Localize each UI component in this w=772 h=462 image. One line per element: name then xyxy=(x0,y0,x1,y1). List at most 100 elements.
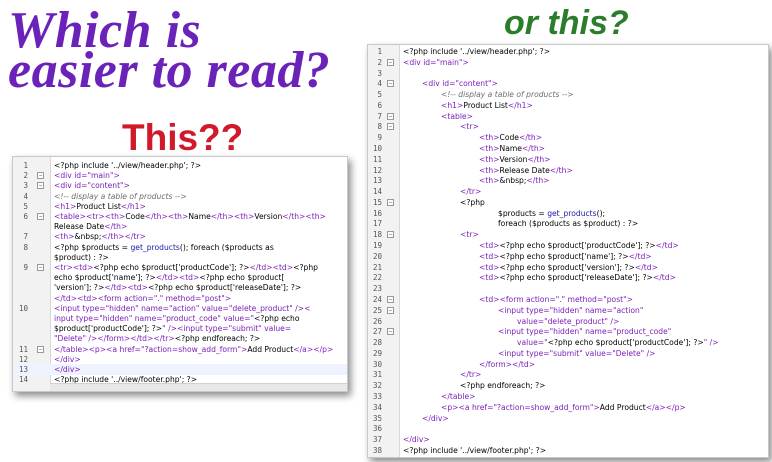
code-text: <div id="content"> xyxy=(422,78,498,89)
code-text: <?php endforeach; ?> xyxy=(460,380,546,391)
fold-toggle-icon[interactable]: − xyxy=(387,58,394,66)
line-number: 35 xyxy=(372,413,382,423)
line-number: 18 xyxy=(372,230,382,240)
code-text: </div> xyxy=(422,413,449,424)
fold-toggle-icon[interactable]: − xyxy=(387,306,394,314)
code-token: Version xyxy=(254,212,283,221)
html-tag-token: <th> xyxy=(479,144,500,154)
html-tag-token: input type="hidden" name="product_code" … xyxy=(54,314,254,323)
code-line: 11 <th>Version</th> xyxy=(368,154,768,165)
function-token: get_products xyxy=(130,242,180,252)
fold-toggle-icon[interactable]: − xyxy=(387,231,394,239)
code-token: <?php xyxy=(460,197,485,207)
line-number: 28 xyxy=(372,338,382,348)
code-token: <?php endforeach; ?> xyxy=(460,381,546,391)
code-text: <?php include '../view/footer.php'; ?> xyxy=(403,445,546,456)
code-token: <?php echo $product['releaseDate']; ?> xyxy=(147,283,302,293)
code-line: 33 </table> xyxy=(368,391,768,402)
code-token: foreach ($products as $product) : ?> xyxy=(498,219,639,229)
html-tag-token: <div id="main"> xyxy=(54,171,120,181)
fold-toggle-icon[interactable]: − xyxy=(37,172,44,180)
fold-toggle-icon[interactable]: − xyxy=(387,80,394,88)
fold-toggle-icon[interactable]: − xyxy=(387,112,394,120)
code-token: Version xyxy=(499,154,528,164)
line-number: 37 xyxy=(372,435,382,445)
code-text: <th>Code</th> xyxy=(479,132,542,143)
fold-toggle-icon[interactable]: − xyxy=(37,264,44,271)
code-line: 36 xyxy=(368,423,768,434)
code-token: $product['productCode']; ?> xyxy=(54,324,163,334)
line-number: 13 xyxy=(372,176,382,186)
line-number: 33 xyxy=(372,391,382,401)
code-token: Name xyxy=(499,144,522,154)
code-text: <th>&nbsp;</th> xyxy=(479,175,550,186)
html-tag-token: "Delete" /></form></td></tr> xyxy=(54,334,175,344)
code-token: <?php $products = xyxy=(54,242,131,252)
headline-easier-to-read: easier to read? xyxy=(8,42,331,99)
code-token: <?php xyxy=(293,263,318,272)
html-tag-token: </div> xyxy=(403,435,430,445)
html-tag-token: " /><input type="submit" value= xyxy=(162,324,292,334)
html-tag-token: </td> xyxy=(655,241,679,251)
compact-code-editor[interactable]: 1 <?php include '../view/header.php'; ?> 2… xyxy=(12,156,348,392)
fold-toggle-icon[interactable]: − xyxy=(37,213,44,220)
html-tag-token: </th> xyxy=(549,165,573,175)
html-tag-token: </th> xyxy=(527,154,551,164)
fold-toggle-icon[interactable]: − xyxy=(387,295,394,303)
html-tag-token: </form></td> xyxy=(479,359,536,369)
code-line: 30 </form></td> xyxy=(368,359,768,370)
code-text: value="delete_product" /> xyxy=(517,316,619,327)
code-token: <?php echo $product[ xyxy=(199,273,285,283)
line-number: 14 xyxy=(372,187,382,197)
line-number: 1 xyxy=(377,47,382,56)
code-line: 26 value="delete_product" /> xyxy=(368,316,768,327)
formatted-code-editor[interactable]: 1 <?php include '../view/header.php'; ?> 2… xyxy=(367,44,769,458)
line-number: 5 xyxy=(377,90,382,100)
label-this: This?? xyxy=(122,117,244,158)
fold-toggle-icon[interactable]: − xyxy=(387,328,394,336)
html-tag-token: </td> xyxy=(628,251,652,261)
fold-toggle-icon[interactable]: − xyxy=(37,345,44,353)
code-line: 28 value="<?php echo $product['productCod… xyxy=(368,337,768,348)
code-text: <th>Release Date</th> xyxy=(479,165,573,176)
html-tag-token: </th> xyxy=(521,144,546,154)
code-token: <?php echo $product['productCode']; ?> xyxy=(93,263,250,272)
code-line: 35 </div> xyxy=(368,413,768,424)
fold-toggle-icon[interactable]: − xyxy=(387,198,394,206)
code-token: <?php echo $product['releaseDate']; ?> xyxy=(499,273,653,283)
code-line: 25− <input type="hidden" name="action" xyxy=(368,305,768,316)
line-number: 38 xyxy=(372,445,382,455)
code-line: 16 $products = get_products(); xyxy=(368,208,768,219)
horizontal-scrollbar[interactable] xyxy=(50,383,347,391)
code-text: <td><?php echo $product['releaseDate']; … xyxy=(479,272,676,283)
html-tag-token: <th> xyxy=(54,232,75,242)
fold-toggle-icon[interactable]: − xyxy=(37,182,44,190)
code-text: foreach ($products as $product) : ?> xyxy=(498,218,638,229)
html-tag-token: </a></p> xyxy=(293,344,334,354)
html-tag-token: <table><tr><th> xyxy=(54,212,126,221)
line-number: 19 xyxy=(372,241,382,251)
code-token: &nbsp; xyxy=(74,232,102,242)
code-text: <!-- display a table of products --> xyxy=(441,89,574,100)
code-text: <input type="hidden" name="action" xyxy=(498,305,643,316)
html-tag-token: </th><th> xyxy=(282,212,326,221)
html-tag-token: </div> xyxy=(54,354,81,364)
code-token: Name xyxy=(188,212,211,221)
line-number: 12 xyxy=(372,165,382,175)
code-token: (); xyxy=(596,208,606,218)
code-line: 37 </div> xyxy=(368,434,768,445)
code-token: Product List xyxy=(76,201,121,211)
line-number: 9 xyxy=(377,133,382,143)
html-tag-token: </tr> xyxy=(460,370,482,380)
fold-toggle-icon[interactable]: − xyxy=(387,123,394,131)
html-tag-token: value=" xyxy=(517,338,548,348)
line-number: 21 xyxy=(372,262,382,272)
code-text: <th>Version</th> xyxy=(479,154,551,165)
code-text: <td><form action="." method="post"> xyxy=(479,294,633,305)
html-tag-token: <td><form action="." method="post"> xyxy=(479,294,633,304)
line-number: 34 xyxy=(372,402,382,412)
html-tag-token: <td> xyxy=(479,251,500,261)
html-tag-token: </td> xyxy=(652,273,676,283)
code-line: 2− <div id="main"> xyxy=(368,57,768,68)
code-text: $products = get_products(); xyxy=(498,208,605,219)
